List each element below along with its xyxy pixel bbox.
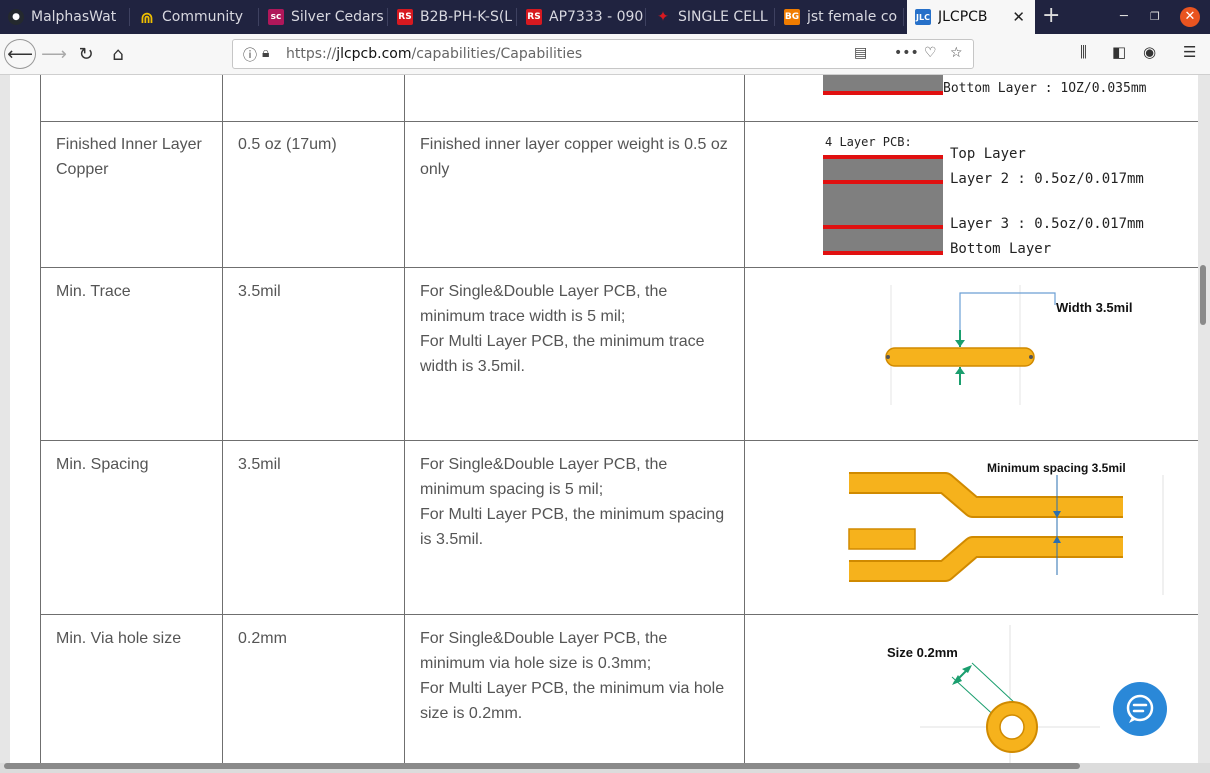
row-value: 0.2mm xyxy=(238,630,287,647)
tab-single-cell[interactable]: ✦ SINGLE CELL xyxy=(647,0,775,34)
layer-2-label: Layer 2 : 0.5oz/0.017mm xyxy=(950,171,1144,187)
close-tab-icon[interactable]: ✕ xyxy=(1012,8,1025,26)
capabilities-table: Bottom Layer : 1OZ/0.035mm Finished Inne… xyxy=(10,75,1198,763)
row-name: Finished Inner Layer Copper xyxy=(56,136,202,178)
bottom-layer-label: Bottom Layer xyxy=(950,241,1052,257)
url-text[interactable]: https://jlcpcb.com/capabilities/Capabili… xyxy=(286,46,582,62)
min-trace-diagram: Width 3.5mil xyxy=(880,285,1180,405)
row-value: 3.5mil xyxy=(238,456,281,473)
rs-icon: RS xyxy=(397,9,413,25)
row-description: For Single&Double Layer PCB, the minimum… xyxy=(420,283,705,375)
sidebar-icon[interactable]: ◧ xyxy=(1112,43,1126,61)
horizontal-scrollbar[interactable] xyxy=(4,763,1080,769)
via-size-label: Size 0.2mm xyxy=(887,645,958,660)
back-button[interactable]: ⟵ xyxy=(4,39,36,69)
sparkfun-icon: ✦ xyxy=(657,9,669,25)
tab-jst-female[interactable]: BG jst female co xyxy=(776,0,904,34)
row-value: 0.5 oz (17um) xyxy=(238,136,337,153)
lock-warning-icon[interactable]: 🔒︎ xyxy=(262,45,269,61)
minimize-icon[interactable]: ─ xyxy=(1120,0,1128,34)
restore-icon[interactable]: ❐ xyxy=(1150,0,1160,34)
tab-community[interactable]: ⋒ Community xyxy=(131,0,259,34)
reload-icon[interactable]: ↻ xyxy=(74,40,98,68)
home-icon[interactable]: ⌂ xyxy=(106,40,130,68)
row-description: For Single&Double Layer PCB, the minimum… xyxy=(420,456,725,548)
tab-malphaswat[interactable]: ● MalphasWat xyxy=(0,0,130,34)
tab-bar: ● MalphasWat ⋒ Community sc Silver Cedar… xyxy=(0,0,1210,34)
row-description: For Single&Double Layer PCB, the minimum… xyxy=(420,630,725,722)
arduino-icon: ⋒ xyxy=(140,7,154,27)
banggood-icon: BG xyxy=(784,9,800,25)
tab-b2b-ph[interactable]: RS B2B-PH-K-S(L xyxy=(389,0,517,34)
row-description: Finished inner layer copper weight is 0.… xyxy=(420,136,728,178)
reader-view-icon[interactable]: ▤ xyxy=(854,45,867,61)
row-value: 3.5mil xyxy=(238,283,281,300)
pocket-icon[interactable]: ♡ xyxy=(924,45,937,61)
chat-button[interactable] xyxy=(1113,682,1167,736)
new-tab-button[interactable]: + xyxy=(1042,0,1060,34)
tab-jlcpcb[interactable]: JLC JLCPCB ✕ xyxy=(907,0,1035,34)
info-icon[interactable]: ⓘ xyxy=(243,45,257,65)
rs-icon: RS xyxy=(526,9,542,25)
forward-button[interactable]: ⟶ xyxy=(41,40,67,68)
row-name: Min. Via hole size xyxy=(56,630,182,647)
page-content: Bottom Layer : 1OZ/0.035mm Finished Inne… xyxy=(0,75,1210,763)
top-layer-label: Top Layer xyxy=(950,146,1026,162)
vertical-scrollbar[interactable] xyxy=(1200,265,1206,325)
tab-silver-cedars[interactable]: sc Silver Cedars xyxy=(260,0,388,34)
row-name: Min. Spacing xyxy=(56,456,149,473)
min-spacing-diagram: Minimum spacing 3.5mil xyxy=(845,455,1170,600)
page-actions-icon[interactable]: ••• xyxy=(894,45,919,61)
menu-icon[interactable]: ☰ xyxy=(1183,43,1196,61)
site-icon: sc xyxy=(268,9,284,25)
four-layer-pcb-diagram: 4 Layer PCB: Top Layer Layer 2 : 0.5oz/0… xyxy=(823,135,1193,260)
library-icon[interactable]: ⫼ xyxy=(1080,43,1087,61)
navigation-bar: ⟵ ⟶ ↻ ⌂ ⓘ 🔒︎ https://jlcpcb.com/capabili… xyxy=(0,34,1210,75)
jlc-icon: JLC xyxy=(915,9,931,25)
github-icon: ● xyxy=(8,9,24,25)
trace-width-label: Width 3.5mil xyxy=(1056,300,1133,315)
diagram-heading: 4 Layer PCB: xyxy=(825,135,912,149)
chat-icon xyxy=(1126,694,1154,723)
bottom-layer-label: Bottom Layer : 1OZ/0.035mm xyxy=(943,81,1147,96)
min-via-diagram: Size 0.2mm xyxy=(880,625,1120,763)
layer-3-label: Layer 3 : 0.5oz/0.017mm xyxy=(950,216,1144,232)
bottom-layer-diagram: Bottom Layer : 1OZ/0.035mm xyxy=(823,75,1193,105)
spacing-label: Minimum spacing 3.5mil xyxy=(987,461,1126,475)
tab-ap7333[interactable]: RS AP7333 - 090 xyxy=(518,0,646,34)
account-icon[interactable]: ◉ xyxy=(1143,43,1156,61)
bookmark-star-icon[interactable]: ☆ xyxy=(950,45,963,61)
url-bar[interactable]: ⓘ 🔒︎ https://jlcpcb.com/capabilities/Cap… xyxy=(232,39,974,69)
row-name: Min. Trace xyxy=(56,283,131,300)
window-close-icon[interactable]: ✕ xyxy=(1180,7,1200,27)
